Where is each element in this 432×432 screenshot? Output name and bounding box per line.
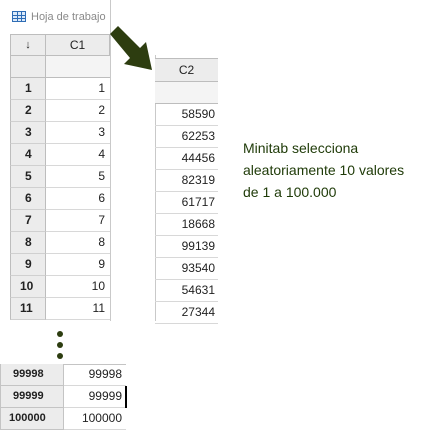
cell-c1[interactable]: 2 [46,100,110,122]
cell-c1[interactable]: 99999 [64,386,126,408]
note-line: de 1 a 100.000 [243,184,337,200]
cell-c2[interactable]: 93540 [155,258,218,280]
cell-c1[interactable]: 5 [46,166,110,188]
cell-c1[interactable]: 99998 [64,364,126,386]
row-header[interactable]: 9 [10,254,46,276]
row-header[interactable]: 2 [10,100,46,122]
cell-c2[interactable]: 61717 [155,192,218,214]
cell-c2[interactable]: 27344 [155,302,218,324]
name-row-header [10,56,46,78]
cell-c2[interactable]: 99139 [155,236,218,258]
row-header[interactable]: 99999 [0,386,64,408]
arrow-right-down-icon [110,26,152,70]
column-name-cell-c2[interactable] [155,82,218,104]
cell-c2[interactable]: 62253 [155,126,218,148]
cell-c1[interactable]: 4 [46,144,110,166]
cell-c1[interactable]: 8 [46,232,110,254]
cell-c1[interactable]: 10 [46,276,110,298]
cell-c1[interactable]: 100000 [64,408,126,430]
row-header[interactable]: 4 [10,144,46,166]
cell-c1[interactable]: 6 [46,188,110,210]
cell-c1[interactable]: 3 [46,122,110,144]
cell-c2[interactable]: 58590 [155,104,218,126]
annotation-note: Minitab selecciona aleatoriamente 10 val… [243,137,429,203]
row-header[interactable]: 6 [10,188,46,210]
cell-c2[interactable]: 54631 [155,280,218,302]
cell-c2[interactable]: 44456 [155,148,218,170]
cell-c2[interactable]: 82319 [155,170,218,192]
column-header-c1[interactable]: C1 [46,34,110,56]
worksheet-title-bar[interactable]: Hoja de trabajo [0,0,110,34]
cell-c1[interactable]: 7 [46,210,110,232]
cell-c1[interactable]: 11 [46,298,110,320]
cell-c1[interactable]: 1 [46,78,110,100]
row-header[interactable]: 7 [10,210,46,232]
row-header[interactable]: 10 [10,276,46,298]
ellipsis-dot [57,353,63,359]
column-header-c2[interactable]: C2 [155,58,218,82]
row-header[interactable]: 11 [10,298,46,320]
note-line: Minitab selecciona [243,140,359,156]
cell-c1[interactable]: 9 [46,254,110,276]
column-corner-arrow[interactable]: ↓ [10,34,46,56]
worksheet-icon [12,11,26,22]
cell-c2[interactable]: 18668 [155,214,218,236]
ellipsis-dot [57,331,63,337]
row-header[interactable]: 99998 [0,364,64,386]
row-header[interactable]: 5 [10,166,46,188]
column-name-cell-c1[interactable] [46,56,110,78]
ellipsis-dot [57,342,63,348]
row-header[interactable]: 100000 [0,408,64,430]
worksheet-title: Hoja de trabajo [31,11,106,23]
row-header[interactable]: 8 [10,232,46,254]
note-line: aleatoriamente 10 valores [243,162,405,178]
row-header[interactable]: 3 [10,122,46,144]
row-header[interactable]: 1 [10,78,46,100]
cell-cursor [125,386,127,408]
